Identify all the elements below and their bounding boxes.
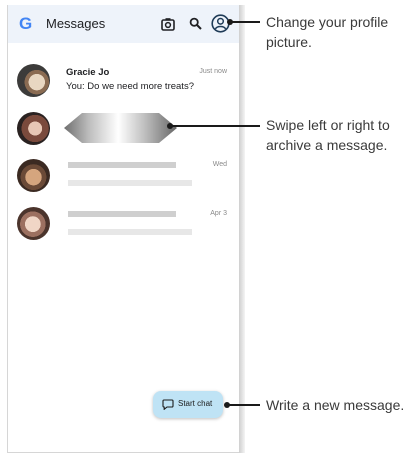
callout-swipe: Swipe left or right to archive a message… xyxy=(266,117,390,153)
start-chat-label: Start chat xyxy=(178,399,213,408)
callout-new-message: Write a new message. xyxy=(266,397,405,413)
google-logo: G xyxy=(19,14,33,33)
start-chat-button[interactable]: Start chat xyxy=(153,391,223,418)
message-snippet-placeholder xyxy=(68,180,192,186)
swipe-gesture-indicator xyxy=(64,113,177,143)
sender-name-placeholder xyxy=(68,211,176,217)
message-time: Wed xyxy=(212,161,227,168)
callout-line xyxy=(227,404,260,406)
screen-edge-shadow xyxy=(239,5,245,453)
messages-app-screen: G Messages Gracie Jo You: Do we need mor… xyxy=(7,5,239,453)
app-title: Messages xyxy=(46,16,106,31)
contact-avatar xyxy=(17,112,50,145)
conversation-row[interactable]: Apr 3 xyxy=(8,207,239,251)
message-time: Just now xyxy=(199,68,227,75)
message-time: Apr 3 xyxy=(210,210,227,217)
callout-profile: Change your profile picture. xyxy=(266,14,389,50)
callout-line xyxy=(230,21,260,23)
contact-avatar xyxy=(17,159,50,192)
sender-name-placeholder xyxy=(68,162,176,168)
sender-name: Gracie Jo xyxy=(66,67,110,78)
search-icon[interactable] xyxy=(189,17,202,30)
contact-avatar xyxy=(17,64,50,97)
conversation-row[interactable]: Wed xyxy=(8,159,239,203)
chat-bubble-icon xyxy=(162,399,174,410)
callout-line xyxy=(170,125,260,127)
contact-avatar xyxy=(17,207,50,240)
app-top-bar: G Messages xyxy=(8,5,239,43)
conversation-row[interactable]: Gracie Jo You: Do we need more treats? J… xyxy=(8,64,239,108)
camera-icon[interactable] xyxy=(161,17,175,31)
message-snippet: You: Do we need more treats? xyxy=(66,81,194,92)
message-snippet-placeholder xyxy=(68,229,192,235)
